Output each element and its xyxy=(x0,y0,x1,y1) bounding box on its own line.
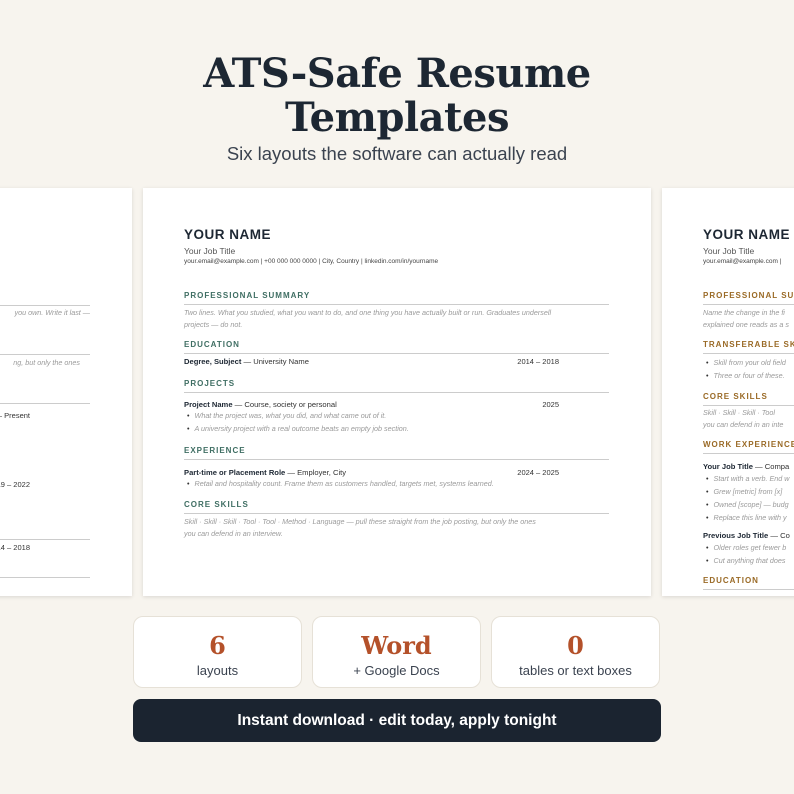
section-heading-summary: PROFESSIONAL SUMMARY xyxy=(184,291,311,300)
summary-text: explained one reads as a s xyxy=(703,320,789,329)
transferable-bullet: Skill from your old field xyxy=(706,358,786,367)
section-heading-summary: PROFESSIONAL SUM xyxy=(703,291,794,300)
page-title-line-1: ATS-Safe Resume xyxy=(203,50,591,97)
experience-bullet: Retail and hospitality count. Frame them… xyxy=(187,479,494,488)
section-heading-transferable: TRANSFERABLE SKI xyxy=(703,340,794,349)
job-bullet: Cut anything that does xyxy=(706,556,786,565)
page-subtitle: Six layouts the software can actually re… xyxy=(226,143,568,164)
section-heading-education: EDUCATION xyxy=(184,340,240,349)
job-entry: Your Job Title — Compa xyxy=(703,462,790,471)
resume-preview-center: YOUR NAME Your Job Title your.email@exam… xyxy=(143,188,651,596)
stat-value: 0 xyxy=(567,631,584,660)
snippet-text: ng, but only the ones xyxy=(13,358,80,367)
job-bullet: Older roles get fewer b xyxy=(706,543,787,552)
stat-label: tables or text boxes xyxy=(519,663,632,678)
page-title-line-2: Templates xyxy=(285,94,509,141)
section-heading-education: EDUCATION xyxy=(703,576,759,585)
resume-contact: your.email@example.com | xyxy=(703,258,782,265)
transferable-bullet: Three or four of these. xyxy=(706,371,785,380)
snippet-text: you own. Write it last — xyxy=(14,308,91,317)
project-entry: Project Name — Course, society or person… xyxy=(184,400,337,409)
section-heading-skills: CORE SKILLS xyxy=(184,500,249,509)
stat-card-tables: 0 tables or text boxes xyxy=(491,616,660,688)
resume-preview-right: YOUR NAME Your Job Title your.email@exam… xyxy=(662,188,794,596)
resume-name: YOUR NAME xyxy=(703,227,791,242)
section-heading-experience: EXPERIENCE xyxy=(184,446,246,455)
summary-text: Two lines. What you studied, what you wa… xyxy=(184,308,552,317)
job-bullet: Grew [metric] from [x] xyxy=(706,487,783,496)
download-cta-banner[interactable]: Instant download · edit today, apply ton… xyxy=(133,699,661,742)
stat-value: 6 xyxy=(209,631,226,660)
resume-name: YOUR NAME xyxy=(184,227,272,242)
date-range: 22 – Present xyxy=(0,411,30,420)
resume-preview-left: you own. Write it last — ng, but only th… xyxy=(0,188,132,596)
project-bullet: What the project was, what you did, and … xyxy=(187,411,387,420)
stat-label: layouts xyxy=(196,663,239,678)
summary-text: projects — do not. xyxy=(184,320,243,329)
project-bullet: A university project with a real outcome… xyxy=(187,424,409,433)
education-date: 2014 – 2018 xyxy=(517,357,559,366)
stat-label: + Google Docs xyxy=(353,663,440,678)
experience-entry: Part-time or Placement Role — Employer, … xyxy=(184,468,347,477)
skills-text: Skill · Skill · Skill · Tool · Tool · Me… xyxy=(184,517,536,526)
job-entry: Previous Job Title — Co xyxy=(703,531,790,540)
resume-job-title: Your Job Title xyxy=(703,246,755,256)
section-heading-skills: CORE SKILLS xyxy=(703,392,768,401)
section-heading-projects: PROJECTS xyxy=(184,379,236,388)
stat-value: Word xyxy=(361,631,432,660)
education-entry: Degree, Subject — University Name xyxy=(184,357,309,366)
job-bullet: Replace this line with y xyxy=(706,513,787,522)
resume-job-title: Your Job Title xyxy=(184,246,236,256)
stat-card-layouts: 6 layouts xyxy=(133,616,302,688)
stat-card-format: Word + Google Docs xyxy=(312,616,481,688)
skills-text: you can defend in an inte xyxy=(703,420,784,429)
job-bullet: Owned [scope] — budg xyxy=(706,500,789,509)
date-range: 2019 – 2022 xyxy=(0,480,30,489)
project-date: 2025 xyxy=(542,400,559,409)
skills-text: Skill · Skill · Skill · Tool xyxy=(703,408,776,417)
section-heading-work: WORK EXPERIENCE xyxy=(703,440,794,449)
summary-text: Name the change in the fi xyxy=(703,308,785,317)
resume-contact: your.email@example.com | +00 000 000 000… xyxy=(184,258,439,265)
job-bullet: Start with a verb. End w xyxy=(706,474,790,483)
skills-text: you can defend in an interview. xyxy=(184,529,283,538)
date-range: 2014 – 2018 xyxy=(0,543,30,552)
experience-date: 2024 – 2025 xyxy=(517,468,559,477)
